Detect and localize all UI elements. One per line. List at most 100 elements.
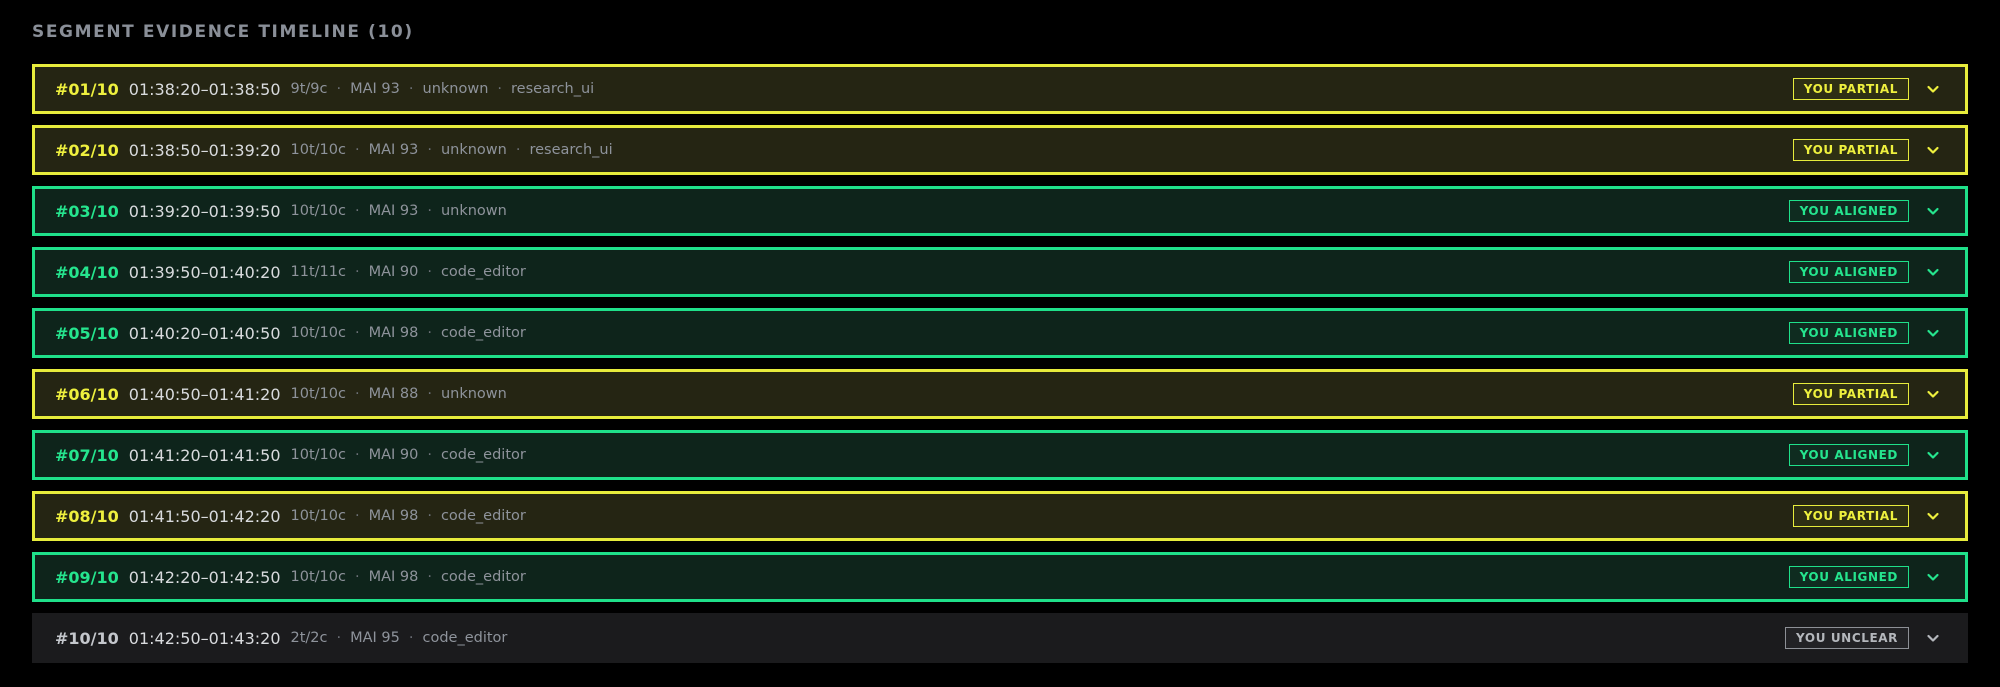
meta-separator: · [427, 386, 432, 402]
segment-time-range: 01:41:20–01:41:50 [128, 445, 281, 465]
segment-meta: 9t/9c · MAI 93 · unknown · research_ui [291, 81, 595, 97]
meta-item: unknown [440, 386, 507, 402]
segment-row[interactable]: #09/10 01:42:20–01:42:50 10t/10c · MAI 98 · co… [32, 552, 1968, 602]
segment-id: #02/10 [55, 140, 119, 160]
chevron-down-icon[interactable] [1921, 382, 1945, 406]
chevron-down-icon[interactable] [1921, 504, 1945, 528]
meta-item: unknown [440, 142, 507, 158]
segment-meta: 10t/10c · MAI 98 · code_editor [291, 325, 526, 341]
segment-id: #09/10 [55, 567, 119, 587]
segment-row[interactable]: #04/10 01:39:50–01:40:20 11t/11c · MAI 90 · co… [32, 247, 1968, 297]
segment-row[interactable]: #05/10 01:40:20–01:40:50 10t/10c · MAI 98 · co… [32, 308, 1968, 358]
meta-item: MAI 88 [368, 386, 419, 402]
meta-separator: · [427, 569, 432, 585]
meta-item: MAI 93 [368, 203, 419, 219]
meta-item: code_editor [440, 325, 526, 341]
segment-time-range: 01:42:20–01:42:50 [128, 567, 281, 587]
meta-item: MAI 93 [368, 142, 419, 158]
meta-separator: · [354, 325, 360, 341]
meta-item: MAI 90 [368, 264, 419, 280]
meta-item: 2t/2c [290, 630, 328, 646]
meta-item: 10t/10c [290, 569, 346, 585]
segment-id: #08/10 [55, 506, 119, 526]
meta-separator: · [354, 386, 360, 402]
segment-id: #01/10 [55, 79, 119, 99]
meta-separator: · [427, 203, 432, 219]
meta-separator: · [408, 630, 414, 646]
segment-meta: 11t/11c · MAI 90 · code_editor [291, 264, 526, 280]
meta-item: 11t/11c [290, 264, 346, 280]
segment-time-range: 01:41:50–01:42:20 [128, 506, 281, 526]
segment-row[interactable]: #03/10 01:39:20–01:39:50 10t/10c · MAI 93 · un… [32, 186, 1968, 236]
segment-meta: 10t/10c · MAI 98 · code_editor [291, 569, 526, 585]
status-badge: YOU UNCLEAR [1785, 627, 1909, 649]
segment-meta: 10t/10c · MAI 93 · unknown · research_ui [291, 142, 613, 158]
meta-item: MAI 98 [368, 325, 419, 341]
segment-row[interactable]: #01/10 01:38:20–01:38:50 9t/9c · MAI 93 · unkn… [32, 64, 1968, 114]
segment-row[interactable]: #06/10 01:40:50–01:41:20 10t/10c · MAI 88 · un… [32, 369, 1968, 419]
chevron-down-icon[interactable] [1921, 626, 1945, 650]
meta-separator: · [336, 81, 342, 97]
meta-separator: · [497, 81, 502, 97]
segment-id: #04/10 [55, 262, 119, 282]
status-badge: YOU PARTIAL [1792, 505, 1909, 527]
meta-separator: · [427, 325, 432, 341]
meta-separator: · [354, 203, 360, 219]
meta-item: unknown [440, 203, 507, 219]
meta-item: code_editor [440, 264, 526, 280]
segment-meta: 2t/2c · MAI 95 · code_editor [291, 630, 508, 646]
meta-item: code_editor [440, 569, 526, 585]
meta-item: research_ui [511, 81, 595, 97]
segment-meta: 10t/10c · MAI 88 · unknown [291, 386, 507, 402]
segment-meta: 10t/10c · MAI 93 · unknown [291, 203, 507, 219]
meta-separator: · [354, 142, 360, 158]
status-badge: YOU PARTIAL [1792, 383, 1909, 405]
meta-separator: · [354, 264, 360, 280]
meta-item: research_ui [529, 142, 613, 158]
status-badge: YOU ALIGNED [1788, 322, 1909, 344]
meta-item: 10t/10c [290, 508, 346, 524]
status-badge: YOU ALIGNED [1788, 444, 1909, 466]
meta-separator: · [427, 142, 432, 158]
segment-id: #07/10 [55, 445, 119, 465]
status-badge: YOU PARTIAL [1792, 78, 1909, 100]
segment-meta: 10t/10c · MAI 90 · code_editor [291, 447, 526, 463]
chevron-down-icon[interactable] [1921, 138, 1945, 162]
segment-list: #01/10 01:38:20–01:38:50 9t/9c · MAI 93 · unkn… [32, 64, 1968, 674]
meta-item: 10t/10c [290, 325, 346, 341]
status-badge: YOU PARTIAL [1792, 139, 1909, 161]
segment-id: #06/10 [55, 384, 119, 404]
chevron-down-icon[interactable] [1921, 443, 1945, 467]
segment-row[interactable]: #07/10 01:41:20–01:41:50 10t/10c · MAI 90 · co… [32, 430, 1968, 480]
segment-time-range: 01:40:50–01:41:20 [128, 384, 281, 404]
chevron-down-icon[interactable] [1921, 321, 1945, 345]
meta-item: code_editor [440, 447, 526, 463]
chevron-down-icon[interactable] [1921, 565, 1945, 589]
meta-separator: · [427, 508, 432, 524]
status-badge: YOU ALIGNED [1788, 261, 1909, 283]
meta-item: MAI 95 [350, 630, 400, 646]
meta-item: 9t/9c [290, 81, 328, 97]
chevron-down-icon[interactable] [1921, 260, 1945, 284]
segment-row[interactable]: #02/10 01:38:50–01:39:20 10t/10c · MAI 93 · un… [32, 125, 1968, 175]
chevron-down-icon[interactable] [1921, 199, 1945, 223]
meta-item: code_editor [440, 508, 526, 524]
segment-time-range: 01:38:50–01:39:20 [128, 140, 281, 160]
chevron-down-icon[interactable] [1921, 77, 1945, 101]
meta-separator: · [515, 142, 521, 158]
segment-time-range: 01:39:50–01:40:20 [128, 262, 281, 282]
status-badge: YOU ALIGNED [1788, 566, 1909, 588]
meta-item: 10t/10c [290, 203, 346, 219]
segment-time-range: 01:39:20–01:39:50 [128, 201, 281, 221]
meta-item: 10t/10c [290, 142, 346, 158]
segment-meta: 10t/10c · MAI 98 · code_editor [291, 508, 526, 524]
status-badge: YOU ALIGNED [1788, 200, 1909, 222]
segment-row[interactable]: #08/10 01:41:50–01:42:20 10t/10c · MAI 98 · co… [32, 491, 1968, 541]
segment-row[interactable]: #10/10 01:42:50–01:43:20 2t/2c · MAI 95 · code… [32, 613, 1968, 663]
meta-item: MAI 93 [350, 81, 400, 97]
meta-separator: · [354, 569, 360, 585]
segment-time-range: 01:40:20–01:40:50 [128, 323, 281, 343]
meta-separator: · [354, 508, 360, 524]
meta-item: unknown [422, 81, 489, 97]
segment-time-range: 01:42:50–01:43:20 [128, 628, 281, 648]
